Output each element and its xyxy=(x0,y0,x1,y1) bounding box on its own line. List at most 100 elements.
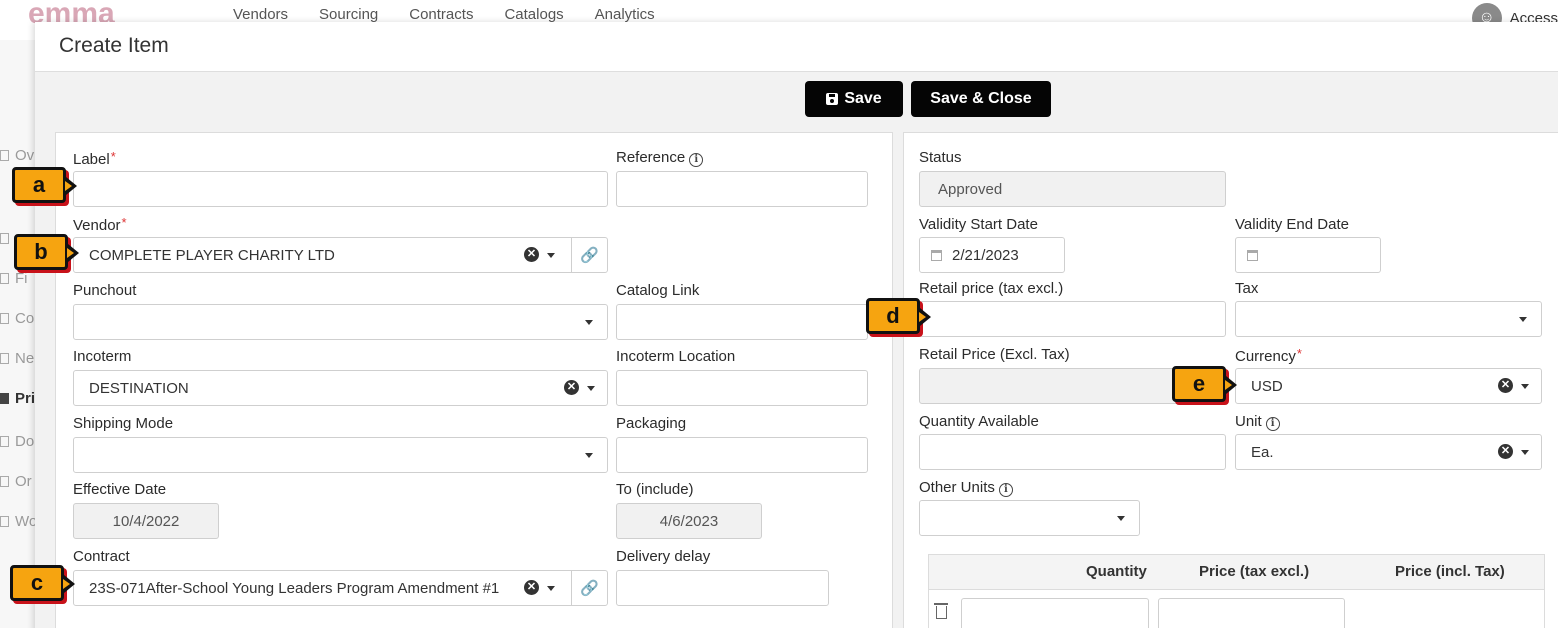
column-header-price-excl: Price (tax excl.) xyxy=(1199,563,1310,580)
save-close-button-label: Save & Close xyxy=(930,90,1032,107)
sidebar-item-icon xyxy=(0,436,9,447)
save-button-label: Save xyxy=(844,90,882,107)
sidebar-item[interactable]: Ne xyxy=(0,350,40,370)
required-marker: * xyxy=(1296,346,1302,361)
nav-contracts[interactable]: Contracts xyxy=(409,6,473,23)
delivery-delay-input[interactable] xyxy=(616,570,829,606)
background-sidebar: Ov Fi Co Ne Pri Do Or Wo xyxy=(0,40,40,628)
tier-quantity-input[interactable] xyxy=(961,598,1149,628)
save-close-button[interactable]: Save & Close xyxy=(911,81,1051,117)
sidebar-item[interactable]: Co xyxy=(0,310,40,330)
left-form-panel: Label* Reference i Vendor* COMPLETE PLAYE… xyxy=(55,132,893,628)
sidebar-item-label: Fi xyxy=(15,270,28,287)
sidebar-item-active[interactable]: Pri xyxy=(0,390,40,410)
nav-vendors[interactable]: Vendors xyxy=(233,6,288,23)
unit-select[interactable]: Ea. ✕ xyxy=(1235,434,1542,470)
info-icon: i xyxy=(689,153,704,167)
validity-end-date-picker[interactable] xyxy=(1235,237,1381,273)
sidebar-item[interactable]: Ov xyxy=(0,147,40,167)
chevron-down-icon[interactable] xyxy=(585,453,593,458)
nav-analytics[interactable]: Analytics xyxy=(595,6,655,23)
modal-body: Label* Reference i Vendor* COMPLETE PLAYE… xyxy=(35,132,1558,628)
calendar-icon xyxy=(1247,249,1258,261)
required-marker: * xyxy=(121,215,127,230)
packaging-input[interactable] xyxy=(616,437,868,473)
incoterm-location-input[interactable] xyxy=(616,370,868,406)
status-field: Approved xyxy=(919,171,1226,207)
effective-date-label: Effective Date xyxy=(73,481,167,498)
sidebar-item-label: Pri xyxy=(15,390,36,407)
validity-end-label: Validity End Date xyxy=(1235,216,1349,233)
save-button[interactable]: Save xyxy=(805,81,903,117)
sidebar-item-label: Do xyxy=(15,433,35,450)
clear-icon[interactable]: ✕ xyxy=(564,380,579,395)
sidebar-item-label: Co xyxy=(15,310,35,327)
vendor-label: Vendor* xyxy=(73,215,127,234)
chevron-down-icon[interactable] xyxy=(1117,516,1125,521)
sidebar-item-icon xyxy=(0,313,9,324)
callout-c: c xyxy=(10,565,75,601)
sidebar-item[interactable]: Or xyxy=(0,473,40,493)
clear-icon[interactable]: ✕ xyxy=(524,580,539,595)
quantity-available-label: Quantity Available xyxy=(919,413,1039,430)
punchout-select[interactable] xyxy=(73,304,608,340)
sidebar-item[interactable]: Do xyxy=(0,433,40,453)
currency-select[interactable]: USD ✕ xyxy=(1235,368,1542,404)
callout-a: a xyxy=(12,167,77,203)
retail-price-input[interactable] xyxy=(919,301,1226,337)
nav-sourcing[interactable]: Sourcing xyxy=(319,6,378,23)
trash-icon[interactable] xyxy=(934,603,948,619)
sidebar-item-icon xyxy=(0,516,9,527)
shipping-mode-label: Shipping Mode xyxy=(73,415,174,432)
reference-input[interactable] xyxy=(616,171,868,207)
create-item-modal: Create Item Save Save & Close Label* Ref… xyxy=(35,22,1558,628)
nav-catalogs[interactable]: Catalogs xyxy=(504,6,563,23)
label-field-label: Label* xyxy=(73,149,116,168)
retail-price-excl-label: Retail Price (Excl. Tax) xyxy=(919,346,1070,363)
unit-value: Ea. xyxy=(1251,443,1274,461)
column-header-quantity: Quantity xyxy=(1086,563,1147,580)
label-input[interactable] xyxy=(73,171,608,207)
chevron-down-icon[interactable] xyxy=(1521,450,1529,455)
callout-b: b xyxy=(14,234,79,270)
chevron-down-icon[interactable] xyxy=(1521,384,1529,389)
quantity-available-input[interactable] xyxy=(919,434,1226,470)
clear-icon[interactable]: ✕ xyxy=(1498,444,1513,459)
sidebar-item[interactable]: Fi xyxy=(0,270,40,290)
chevron-down-icon[interactable] xyxy=(547,586,555,591)
shipping-mode-select[interactable] xyxy=(73,437,608,473)
link-icon[interactable]: 🔗 xyxy=(571,571,607,605)
floppy-icon xyxy=(826,93,839,105)
catalog-link-input[interactable] xyxy=(616,304,868,340)
sidebar-item-icon xyxy=(0,393,9,404)
sidebar-item-icon xyxy=(0,353,9,364)
incoterm-select[interactable]: DESTINATION ✕ xyxy=(73,370,608,406)
tax-select[interactable] xyxy=(1235,301,1542,337)
unit-label: Unit i xyxy=(1235,413,1280,431)
tier-price-input[interactable] xyxy=(1158,598,1345,628)
sidebar-item-icon xyxy=(0,150,9,161)
sidebar-item-label: Wo xyxy=(15,513,38,530)
clear-icon[interactable]: ✕ xyxy=(1498,378,1513,393)
incoterm-label: Incoterm xyxy=(73,348,132,365)
to-include-field: 4/6/2023 xyxy=(616,503,762,539)
reference-label: Reference i xyxy=(616,149,704,167)
effective-date-field: 10/4/2022 xyxy=(73,503,219,539)
contract-value: 23S-071After-School Young Leaders Progra… xyxy=(89,579,500,597)
other-units-select[interactable] xyxy=(919,500,1140,536)
contract-select[interactable]: 23S-071After-School Young Leaders Progra… xyxy=(73,570,608,606)
link-icon[interactable]: 🔗 xyxy=(571,238,607,272)
callout-d: d xyxy=(866,298,931,334)
sidebar-item-label: Ne xyxy=(15,350,35,367)
sidebar-item[interactable]: Wo xyxy=(0,513,40,533)
modal-title: Create Item xyxy=(59,34,169,57)
sidebar-item-icon xyxy=(0,233,9,244)
chevron-down-icon[interactable] xyxy=(1519,317,1527,322)
chevron-down-icon[interactable] xyxy=(585,320,593,325)
validity-start-date-picker[interactable]: 2/21/2023 xyxy=(919,237,1065,273)
chevron-down-icon[interactable] xyxy=(587,386,595,391)
required-marker: * xyxy=(110,149,116,164)
chevron-down-icon[interactable] xyxy=(547,253,555,258)
clear-icon[interactable]: ✕ xyxy=(524,247,539,262)
vendor-select[interactable]: COMPLETE PLAYER CHARITY LTD ✕ 🔗 xyxy=(73,237,608,273)
